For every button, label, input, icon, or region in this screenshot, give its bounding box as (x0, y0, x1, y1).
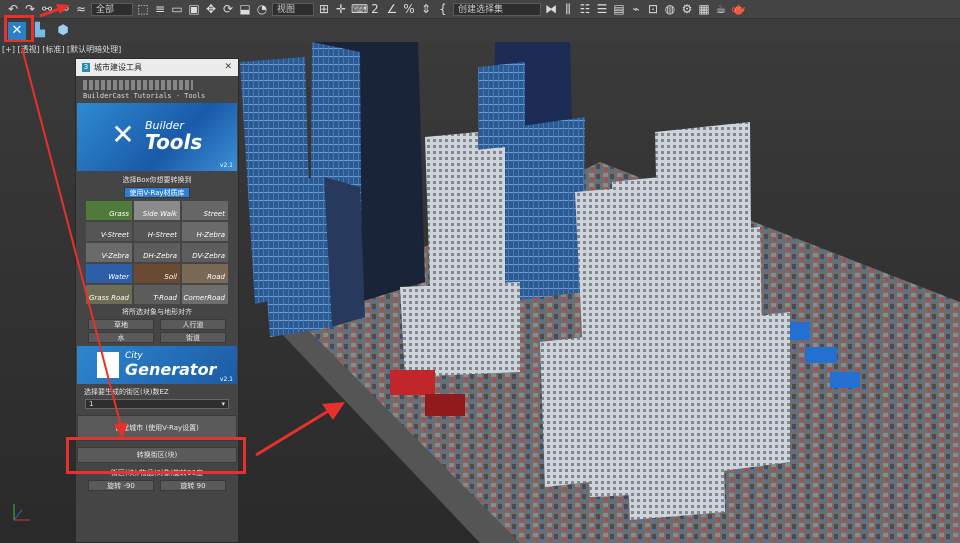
arrow-down-head (114, 423, 128, 438)
arrow-right-head (322, 402, 345, 420)
arrow-top-head (56, 4, 70, 14)
arrow-down-line (21, 47, 123, 431)
annotation-arrows (21, 4, 345, 457)
arrow-right-line (255, 408, 331, 457)
